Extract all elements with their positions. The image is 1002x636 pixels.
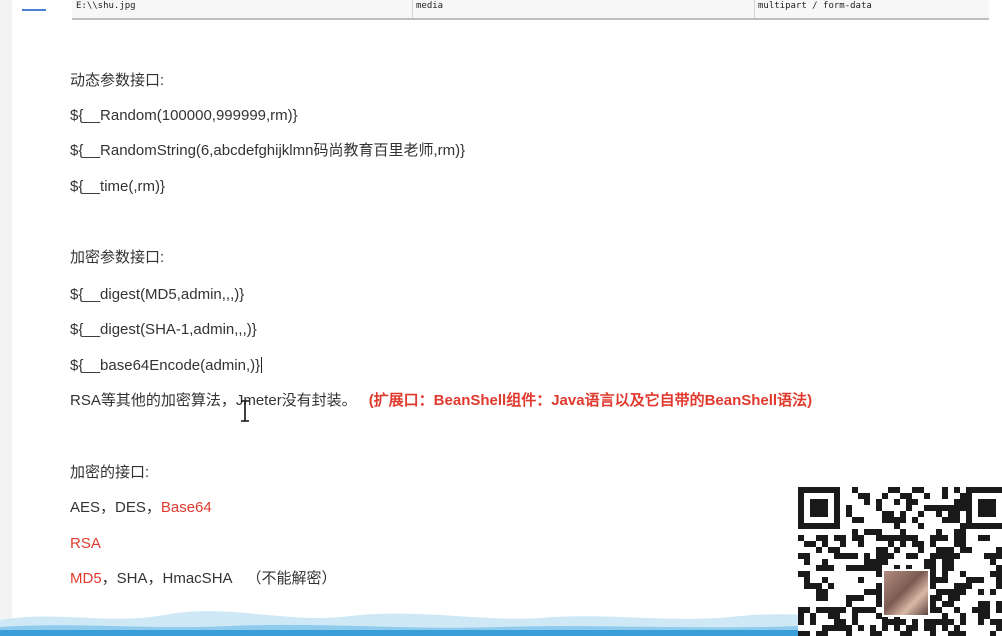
section-heading-crypto: 加密的接口: <box>70 464 150 481</box>
column-divider <box>754 0 755 18</box>
text-ibeam-icon <box>241 400 249 422</box>
crypto-no-decrypt-note: （不能解密） <box>246 570 337 587</box>
param-name[interactable]: media <box>416 1 443 11</box>
section-heading-encrypt: 加密参数接口: <box>70 249 165 266</box>
param-mime-type[interactable]: multipart / form-data <box>758 1 872 11</box>
note-line-rsa: RSA等其他的加密算法，Jmeter没有封装。 (扩展口：BeanShell组件：… <box>70 392 812 410</box>
code-line-base64-text: ${__base64Encode(admin,)} <box>70 357 261 374</box>
code-line-digest-sha1: ${__digest(SHA-1,admin,,,)} <box>70 321 257 338</box>
crypto-rsa-red: RSA <box>70 535 101 552</box>
text-caret <box>261 357 263 373</box>
crypto-line-rsa: RSA <box>70 535 101 553</box>
crypto-base64-red: Base64 <box>160 499 212 516</box>
code-line-digest-md5: ${__digest(MD5,admin,,,)} <box>70 286 245 303</box>
param-file-path[interactable]: E:\\shu.jpg <box>76 1 136 11</box>
column-divider <box>412 0 413 18</box>
request-param-table-row: E:\\shu.jpg media multipart / form-data <box>72 0 989 20</box>
left-gutter <box>0 0 12 636</box>
qr-avatar <box>882 569 930 617</box>
code-line-random-string: ${__RandomString(6,abcdefghijklmn码尚教育百里老… <box>70 142 466 159</box>
crypto-line-aes: AES，DES，Base64 <box>70 499 212 517</box>
code-line-base64[interactable]: ${__base64Encode(admin,)} <box>70 357 263 375</box>
collapse-indicator[interactable] <box>22 9 46 11</box>
crypto-plain: AES，DES， <box>70 499 161 516</box>
note-plain: RSA等其他的加密算法，Jmeter没有封装。 <box>70 392 357 409</box>
code-line-random: ${__Random(100000,999999,rm)} <box>70 107 298 124</box>
code-line-time: ${__time(,rm)} <box>70 178 166 195</box>
section-heading-dynamic: 动态参数接口: <box>70 72 165 89</box>
note-extension-red: (扩展口：BeanShell组件：Java语言以及它自带的BeanShell语法… <box>368 392 813 409</box>
crypto-sha-plain: ，SHA，HmacSHA <box>101 570 233 587</box>
qr-code-icon <box>798 487 1002 636</box>
crypto-md5-red: MD5 <box>70 570 102 587</box>
crypto-line-md5: MD5，SHA，HmacSHA （不能解密） <box>70 570 337 588</box>
